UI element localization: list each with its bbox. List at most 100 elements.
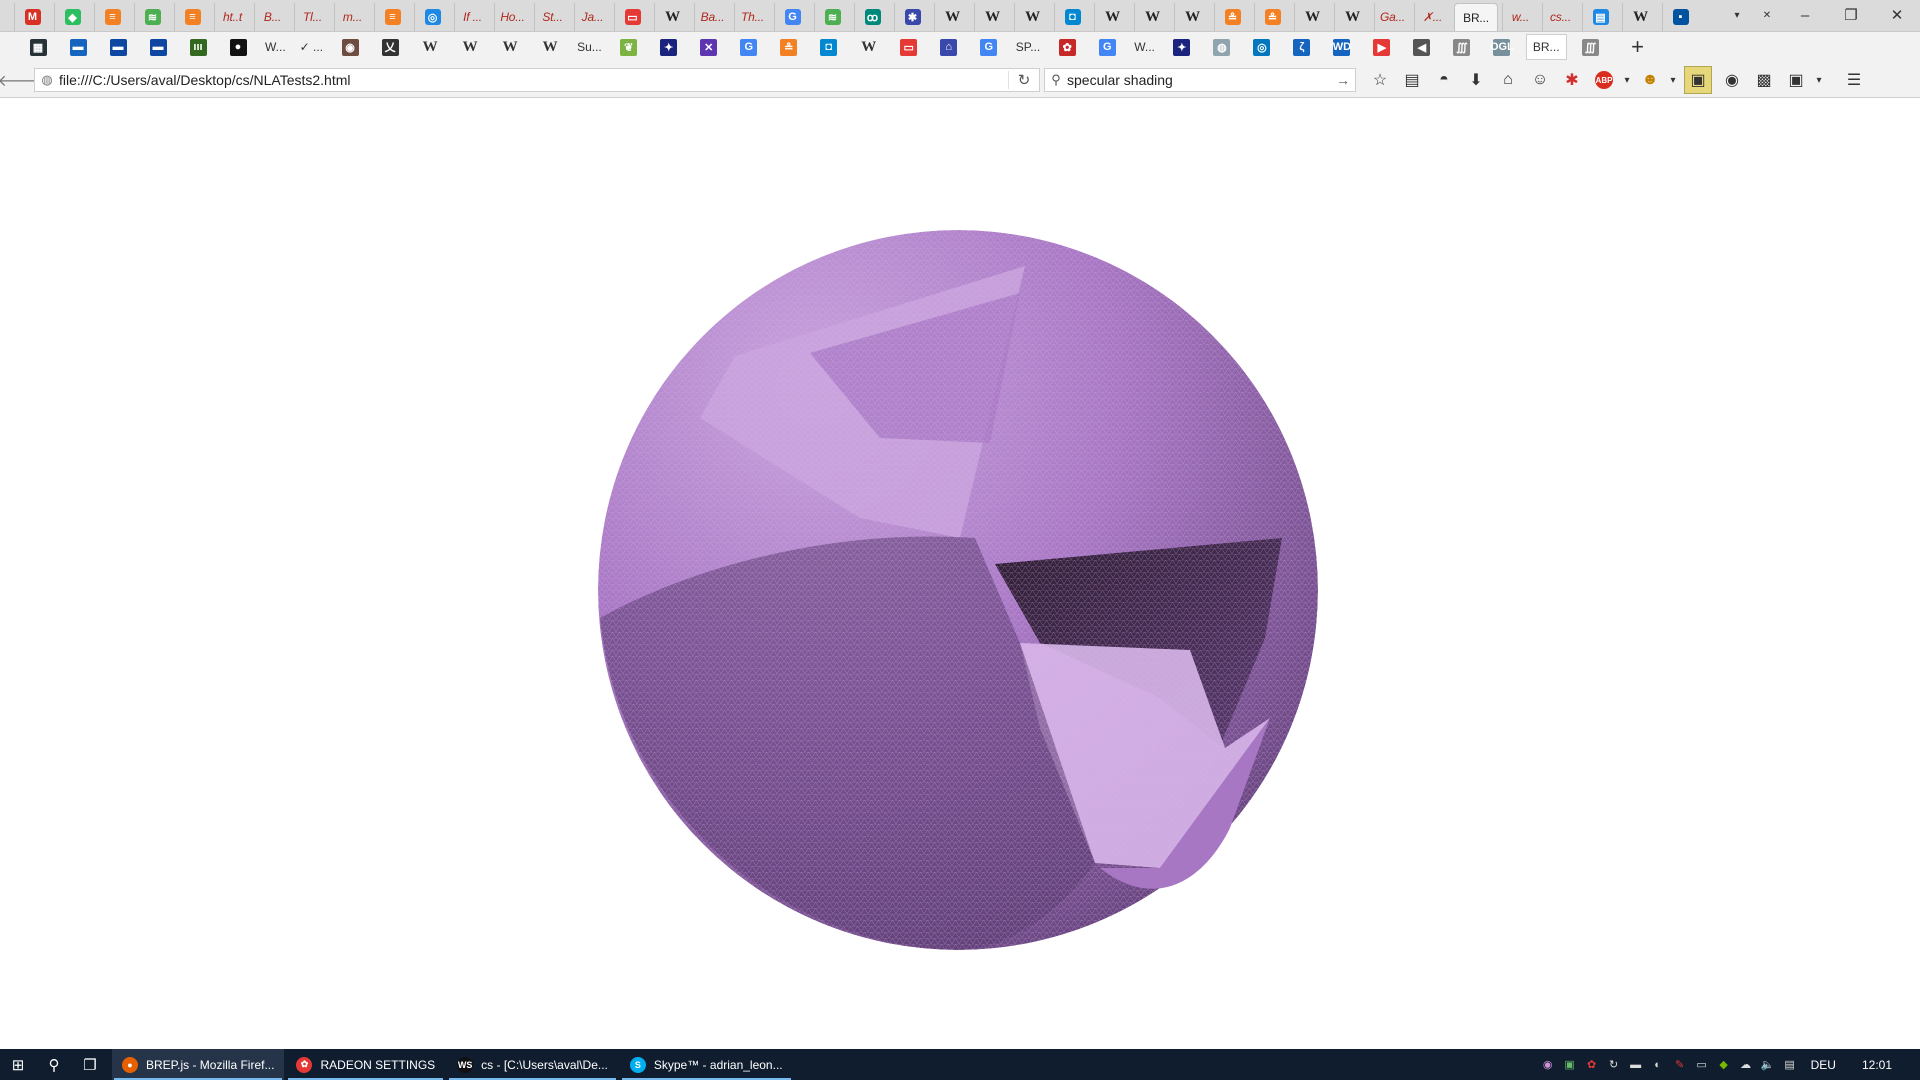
bookmark-item[interactable]: G xyxy=(973,35,1005,59)
notification-icon[interactable]: ▤ xyxy=(1779,1049,1801,1080)
tray-app-icon[interactable]: ◐ xyxy=(1647,1049,1669,1080)
url-bar[interactable]: ◍ file:///C:/Users/aval/Desktop/cs/NLATe… xyxy=(34,68,1040,92)
browser-tab[interactable]: ◆ xyxy=(54,3,90,31)
home-icon[interactable]: ⌂ xyxy=(1492,67,1524,93)
browser-tab[interactable]: ▪ xyxy=(1662,3,1698,31)
clock[interactable]: 12:01 xyxy=(1846,1058,1920,1072)
browser-tab[interactable]: ≡ xyxy=(174,3,210,31)
downloads-icon[interactable]: ⬇ xyxy=(1460,67,1492,93)
radeon-tray-icon[interactable]: ✿ xyxy=(1581,1049,1603,1080)
bookmark-item[interactable]: ▦ xyxy=(22,35,54,59)
start-windows-icon[interactable]: ⊞ xyxy=(0,1049,36,1080)
browser-tab[interactable]: ≗ xyxy=(1214,3,1250,31)
nvidia-icon[interactable]: ◆ xyxy=(1713,1049,1735,1080)
browser-tab[interactable]: W xyxy=(1334,3,1370,31)
browser-tab[interactable]: If ... xyxy=(454,3,490,31)
volume-icon[interactable]: 🔈 xyxy=(1757,1049,1779,1080)
notes-icon[interactable]: ▣ xyxy=(1684,66,1712,94)
browser-tab[interactable]: ◘ xyxy=(1054,3,1090,31)
browser-tab[interactable]: ▭ xyxy=(614,3,650,31)
new-tab-button[interactable]: + xyxy=(1625,34,1651,60)
bookmark-item[interactable]: ✦ xyxy=(1166,35,1198,59)
browser-tab[interactable]: Ho... xyxy=(494,3,530,31)
search-input[interactable] xyxy=(1067,72,1331,88)
browser-tab[interactable]: W xyxy=(1134,3,1170,31)
browser-tab[interactable]: Tl... xyxy=(294,3,330,31)
browser-tab[interactable]: BR... xyxy=(1454,3,1498,31)
lastpass-icon[interactable]: ✱ xyxy=(1556,67,1588,93)
minimize-button[interactable]: – xyxy=(1782,0,1828,30)
bookmark-item-active[interactable]: BR... xyxy=(1525,34,1567,60)
bookmark-item[interactable]: ◀ xyxy=(1406,35,1438,59)
browser-tab[interactable]: St... xyxy=(534,3,570,31)
bookmark-item[interactable]: ▬ xyxy=(142,35,174,59)
browser-tab[interactable]: ▤ xyxy=(1582,3,1618,31)
browser-tab[interactable]: ≡ xyxy=(374,3,410,31)
browser-tab[interactable]: ꝏ xyxy=(854,3,890,31)
bookmark-item[interactable]: ∭ xyxy=(1446,35,1478,59)
maximize-button[interactable]: ❐ xyxy=(1828,0,1874,30)
browser-tab[interactable]: W xyxy=(934,3,970,31)
browser-tab[interactable]: W xyxy=(1094,3,1130,31)
bookmark-item[interactable]: ◘ xyxy=(813,35,845,59)
extension-dropdown-icon[interactable]: ▾ xyxy=(1620,67,1634,93)
browser-tab[interactable]: G xyxy=(774,3,810,31)
tray-app-icon[interactable]: ✎ xyxy=(1669,1049,1691,1080)
browser-tab[interactable]: cs... xyxy=(1542,3,1578,31)
browser-tab[interactable]: B... xyxy=(254,3,290,31)
browser-tab[interactable]: W xyxy=(1014,3,1050,31)
browser-tab[interactable]: Ga... xyxy=(1374,3,1410,31)
tray-app-icon[interactable]: ◉ xyxy=(1537,1049,1559,1080)
bookmark-item[interactable]: W... xyxy=(1131,35,1158,59)
bookmark-item[interactable]: ✿ xyxy=(1051,35,1083,59)
browser-tab[interactable]: W xyxy=(654,3,690,31)
bookmark-item[interactable]: ∭ xyxy=(1575,35,1607,59)
back-button[interactable]: 🡐 xyxy=(0,67,40,93)
bookmark-item[interactable]: W xyxy=(534,35,566,59)
bookmark-item[interactable]: ◎ xyxy=(1246,35,1278,59)
qr-code-icon[interactable]: ▩ xyxy=(1748,67,1780,93)
taskbar-app-button[interactable]: ● BREP.js - Mozilla Firef... xyxy=(112,1049,285,1080)
bookmark-item[interactable]: Su... xyxy=(574,35,605,59)
browser-tab[interactable]: m... xyxy=(334,3,370,31)
tray-app-icon[interactable]: ▣ xyxy=(1559,1049,1581,1080)
bookmark-item[interactable]: G xyxy=(733,35,765,59)
bookmark-item[interactable]: ▬ xyxy=(102,35,134,59)
bookmark-item[interactable]: ✦ xyxy=(653,35,685,59)
sync-icon[interactable]: ↻ xyxy=(1603,1049,1625,1080)
bookmark-item[interactable]: SP... xyxy=(1013,35,1043,59)
browser-tab[interactable]: M xyxy=(14,3,50,31)
bookmark-item[interactable]: W... xyxy=(262,35,289,59)
bookmark-item[interactable]: ✕ xyxy=(693,35,725,59)
bookmark-item[interactable]: 乂 xyxy=(374,35,406,59)
browser-tab[interactable]: ≋ xyxy=(814,3,850,31)
browser-tab[interactable]: ≗ xyxy=(1254,3,1290,31)
webgl-render-canvas[interactable] xyxy=(0,98,1920,1049)
bookmark-item[interactable]: W xyxy=(853,35,885,59)
bookmark-item[interactable]: ❦ xyxy=(613,35,645,59)
browser-tab[interactable]: Ba... xyxy=(694,3,730,31)
taskbar-app-button[interactable]: ✿ RADEON SETTINGS xyxy=(286,1049,445,1080)
url-text[interactable]: file:///C:/Users/aval/Desktop/cs/NLATest… xyxy=(59,72,1008,88)
menu-icon[interactable]: ☰ xyxy=(1838,67,1870,93)
browser-tab[interactable]: W xyxy=(974,3,1010,31)
browser-tab[interactable]: ≡ xyxy=(94,3,130,31)
browser-tab[interactable]: Ja... xyxy=(574,3,610,31)
tray-app-icon[interactable]: ▬ xyxy=(1625,1049,1647,1080)
reading-list-icon[interactable]: ▤ xyxy=(1396,67,1428,93)
search-bar[interactable]: ⚲ → xyxy=(1044,68,1356,92)
tab-close-x-icon[interactable]: ✕ xyxy=(1752,0,1782,30)
search-go-arrow-icon[interactable]: → xyxy=(1331,72,1355,88)
bookmark-item[interactable]: ▬ xyxy=(62,35,94,59)
browser-tab[interactable]: ✗... xyxy=(1414,3,1450,31)
browser-tab[interactable]: W xyxy=(1622,3,1658,31)
bookmark-item[interactable]: OGL xyxy=(1486,35,1518,59)
browser-tab[interactable]: W xyxy=(1174,3,1210,31)
task-view-icon[interactable]: ❐ xyxy=(72,1049,108,1080)
browser-tab[interactable]: Th... xyxy=(734,3,770,31)
bookmark-item[interactable]: WD xyxy=(1326,35,1358,59)
browser-tab[interactable]: ◎ xyxy=(414,3,450,31)
reload-icon[interactable]: ↻ xyxy=(1008,71,1039,89)
browser-tab[interactable]: ≋ xyxy=(134,3,170,31)
bookmark-item[interactable]: G xyxy=(1091,35,1123,59)
